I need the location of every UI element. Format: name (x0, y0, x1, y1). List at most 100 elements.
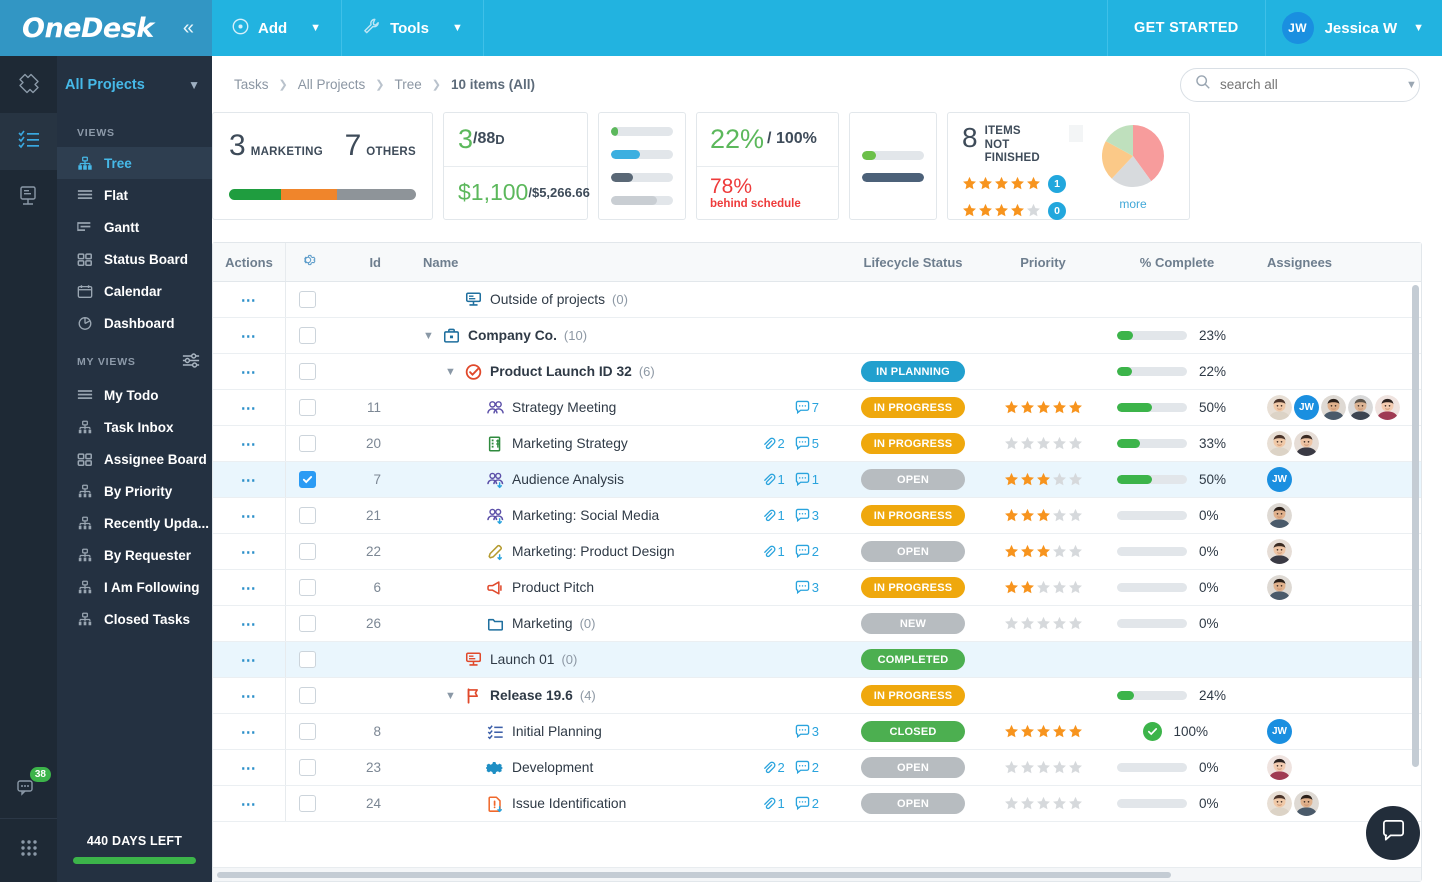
sidebar-item-my-todo[interactable]: My Todo (57, 379, 212, 411)
row-assignees-cell[interactable] (1261, 539, 1421, 564)
row-priority-cell[interactable] (993, 616, 1093, 631)
row-checkbox-cell[interactable] (285, 354, 329, 389)
avatar[interactable] (1294, 431, 1319, 456)
row-status-cell[interactable]: IN PROGRESS (833, 505, 993, 526)
row-checkbox[interactable] (299, 291, 316, 308)
chevron-down-icon[interactable]: ▼ (445, 690, 457, 702)
row-actions-button[interactable]: ⋯ (213, 687, 285, 705)
column-header-name[interactable]: Name (391, 255, 833, 270)
ellipsis-icon[interactable]: ⋯ (241, 435, 258, 453)
row-status-cell[interactable]: OPEN (833, 793, 993, 814)
row-checkbox-cell[interactable] (285, 426, 329, 461)
row-actions-button[interactable]: ⋯ (213, 723, 285, 741)
status-badge[interactable]: IN PROGRESS (861, 433, 965, 454)
row-name-cell[interactable]: Audience Analysis 1 1 (391, 471, 833, 489)
row-actions-button[interactable]: ⋯ (213, 579, 285, 597)
row-assignees-cell[interactable] (1261, 431, 1421, 456)
attachment-count[interactable]: 1 (762, 544, 785, 559)
rail-item-tasks[interactable] (0, 113, 57, 170)
sidebar-item-by-requester[interactable]: By Requester (57, 539, 212, 571)
row-assignees-cell[interactable]: JW (1261, 395, 1421, 420)
attachment-count[interactable]: 2 (762, 760, 785, 775)
row-priority-cell[interactable] (993, 760, 1093, 775)
status-badge[interactable]: OPEN (861, 757, 965, 778)
row-priority-cell[interactable] (993, 472, 1093, 487)
chevron-down-icon[interactable]: ▼ (310, 22, 321, 34)
row-checkbox[interactable] (299, 759, 316, 776)
row-name-cell[interactable]: ▼ Product Launch ID 32 (6) (391, 363, 833, 381)
avatar[interactable]: JW (1294, 395, 1319, 420)
row-status-cell[interactable]: CLOSED (833, 721, 993, 742)
row-checkbox-cell[interactable] (285, 606, 329, 641)
row-status-cell[interactable]: OPEN (833, 541, 993, 562)
row-checkbox-cell[interactable] (285, 534, 329, 569)
row-actions-button[interactable]: ⋯ (213, 795, 285, 813)
row-checkbox-cell[interactable] (285, 282, 329, 317)
get-started-button[interactable]: GET STARTED (1107, 0, 1265, 56)
ellipsis-icon[interactable]: ⋯ (241, 543, 258, 561)
avatar[interactable] (1294, 791, 1319, 816)
comment-count[interactable]: 5 (795, 436, 819, 451)
row-checkbox[interactable] (299, 507, 316, 524)
row-checkbox-cell[interactable] (285, 642, 329, 677)
ellipsis-icon[interactable]: ⋯ (241, 651, 258, 669)
breadcrumb-item[interactable]: Tasks (234, 77, 269, 92)
row-name-cell[interactable]: Initial Planning 3 (391, 723, 833, 741)
row-assignees-cell[interactable]: JW (1261, 467, 1421, 492)
status-badge[interactable]: NEW (861, 613, 965, 634)
more-link[interactable]: more (1119, 197, 1146, 211)
comment-count[interactable]: 7 (795, 400, 819, 415)
table-row[interactable]: ⋯ 23 Development 2 2 OPEN 0% (213, 750, 1421, 786)
row-checkbox[interactable] (299, 651, 316, 668)
table-row[interactable]: ⋯ 24 Issue Identification 1 2 OPEN 0% (213, 786, 1421, 822)
row-checkbox[interactable] (299, 471, 316, 488)
ellipsis-icon[interactable]: ⋯ (241, 507, 258, 525)
rail-item-knowledgebase[interactable] (0, 170, 57, 227)
priority-stars[interactable] (1004, 508, 1083, 523)
priority-stars[interactable] (1004, 796, 1083, 811)
attachment-count[interactable]: 1 (762, 472, 785, 487)
row-priority-cell[interactable] (993, 724, 1093, 739)
row-checkbox[interactable] (299, 579, 316, 596)
chevron-down-icon[interactable]: ▼ (1406, 79, 1417, 91)
avatar[interactable] (1267, 575, 1292, 600)
table-row[interactable]: ⋯ 7 Audience Analysis 1 1 OPEN 50% JW (213, 462, 1421, 498)
sidebar-item-dashboard[interactable]: Dashboard (57, 307, 212, 339)
row-assignees-cell[interactable] (1261, 755, 1421, 780)
avatar[interactable] (1375, 395, 1400, 420)
row-name-cell[interactable]: Issue Identification 1 2 (391, 795, 833, 813)
ellipsis-icon[interactable]: ⋯ (241, 363, 258, 381)
table-row[interactable]: ⋯ ▼ Release 19.6 (4) IN PROGRESS 24% (213, 678, 1421, 714)
row-name-cell[interactable]: Marketing (0) (391, 615, 833, 633)
comment-count[interactable]: 2 (795, 544, 819, 559)
status-badge[interactable]: IN PROGRESS (861, 505, 965, 526)
chevron-down-icon[interactable]: ▼ (1413, 22, 1424, 34)
avatar[interactable] (1267, 395, 1292, 420)
ellipsis-icon[interactable]: ⋯ (241, 579, 258, 597)
status-badge[interactable]: IN PLANNING (861, 361, 965, 382)
row-actions-button[interactable]: ⋯ (213, 399, 285, 417)
filter-settings-icon[interactable] (182, 353, 212, 371)
row-actions-button[interactable]: ⋯ (213, 471, 285, 489)
row-checkbox-cell[interactable] (285, 318, 329, 353)
row-checkbox-cell[interactable] (285, 786, 329, 821)
row-checkbox-cell[interactable] (285, 750, 329, 785)
row-checkbox[interactable] (299, 327, 316, 344)
tools-button[interactable]: Tools ▼ (342, 0, 484, 56)
sidebar-item-task-inbox[interactable]: Task Inbox (57, 411, 212, 443)
ellipsis-icon[interactable]: ⋯ (241, 795, 258, 813)
column-header-percent[interactable]: % Complete (1093, 255, 1261, 270)
row-checkbox[interactable] (299, 615, 316, 632)
status-badge[interactable]: IN PROGRESS (861, 685, 965, 706)
column-header-id[interactable]: Id (329, 255, 391, 270)
row-checkbox[interactable] (299, 435, 316, 452)
row-checkbox[interactable] (299, 687, 316, 704)
row-priority-cell[interactable] (993, 400, 1093, 415)
row-name-cell[interactable]: Development 2 2 (391, 759, 833, 777)
row-status-cell[interactable]: IN PROGRESS (833, 433, 993, 454)
avatar[interactable] (1348, 395, 1373, 420)
comment-count[interactable]: 1 (795, 472, 819, 487)
avatar[interactable] (1267, 791, 1292, 816)
priority-stars[interactable] (1004, 436, 1083, 451)
row-checkbox-cell[interactable] (285, 570, 329, 605)
